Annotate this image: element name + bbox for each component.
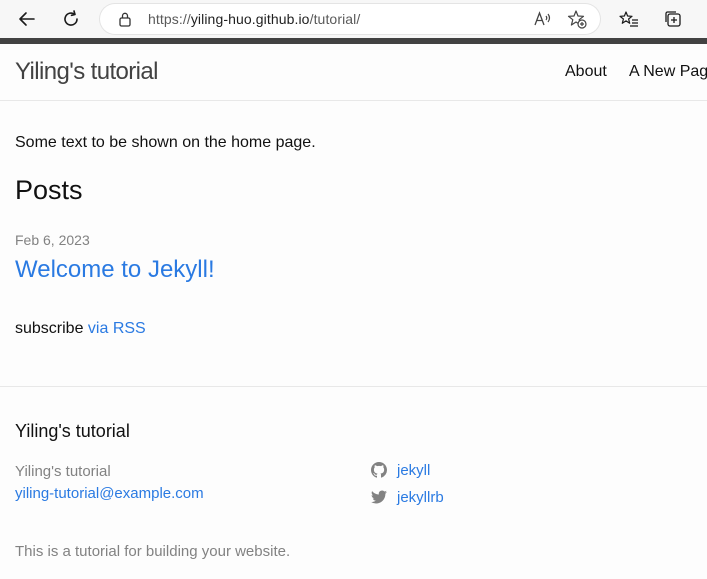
lock-icon[interactable] [118, 11, 132, 32]
post-title-link[interactable]: Welcome to Jekyll! [15, 256, 215, 284]
social-item-twitter: jekyllrb [371, 487, 444, 507]
footer-heading: Yiling's tutorial [15, 421, 130, 441]
twitter-icon [371, 489, 387, 505]
subscribe-line: subscribe via RSS [15, 320, 146, 338]
rss-link[interactable]: via RSS [88, 320, 146, 337]
add-favorite-icon[interactable] [567, 9, 587, 34]
url-path: /tutorial/ [309, 11, 361, 27]
favorites-icon[interactable] [616, 6, 642, 32]
nav-link-new-page[interactable]: A New Pag [629, 63, 707, 81]
site-title[interactable]: Yiling's tutorial [15, 58, 159, 86]
posts-heading: Posts [15, 175, 83, 205]
url-domain: yiling-huo.github.io [190, 11, 310, 27]
read-aloud-icon[interactable] [532, 9, 552, 34]
footer-site-name: Yiling's tutorial [15, 463, 111, 480]
url-prefix: https:// [148, 11, 191, 27]
home-intro-text: Some text to be shown on the home page. [15, 134, 316, 151]
site-footer: Yiling's tutorial Yiling's tutorial yili… [0, 386, 707, 579]
collections-icon[interactable] [660, 6, 686, 32]
address-bar[interactable]: https://yiling-huo.github.io/tutorial/ [100, 4, 600, 34]
refresh-icon[interactable] [58, 6, 84, 32]
url-text[interactable]: https://yiling-huo.github.io/tutorial/ [148, 11, 360, 27]
nav-link-about[interactable]: About [565, 63, 607, 81]
post-date: Feb 6, 2023 [15, 232, 90, 248]
social-item-github: jekyll [371, 460, 430, 480]
back-arrow-icon[interactable] [14, 6, 40, 32]
site-header: Yiling's tutorial About A New Pag [0, 44, 707, 101]
twitter-link[interactable]: jekyllrb [397, 489, 444, 506]
github-link[interactable]: jekyll [397, 462, 430, 479]
browser-toolbar: https://yiling-huo.github.io/tutorial/ [0, 0, 707, 38]
github-icon [371, 462, 387, 478]
footer-email-link[interactable]: yiling-tutorial@example.com [15, 485, 204, 502]
footer-description: This is a tutorial for building your web… [15, 543, 291, 560]
subscribe-label: subscribe [15, 320, 88, 337]
